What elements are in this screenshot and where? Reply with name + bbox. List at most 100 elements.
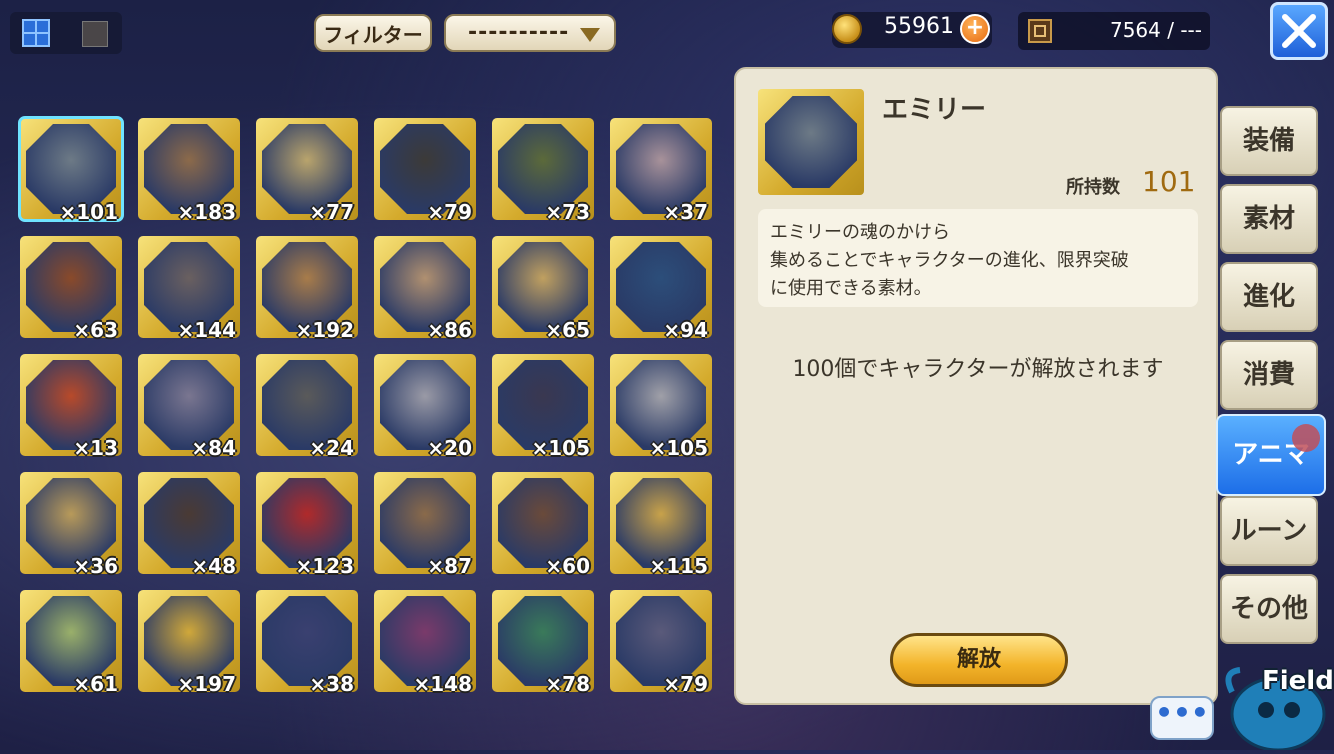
tab-other[interactable]: その他: [1220, 574, 1318, 644]
item-count: ×183: [177, 200, 236, 224]
anima-item[interactable]: ×86: [374, 236, 476, 342]
notification-dot: [1292, 424, 1320, 452]
item-count: ×115: [649, 554, 708, 578]
item-count: ×36: [73, 554, 118, 578]
anima-item[interactable]: ×101: [18, 116, 124, 224]
anima-item[interactable]: ×36: [20, 472, 122, 578]
item-count: ×105: [531, 436, 590, 460]
item-count: ×77: [309, 200, 354, 224]
owned-label: 所持数: [1066, 177, 1120, 198]
item-count: ×60: [545, 554, 590, 578]
coin-icon: [832, 14, 862, 44]
anima-item[interactable]: ×105: [610, 354, 712, 460]
anima-item[interactable]: ×24: [256, 354, 358, 460]
item-count: ×24: [309, 436, 354, 460]
anima-item[interactable]: ×37: [610, 118, 712, 224]
item-count: ×197: [177, 672, 236, 696]
field-label: Field: [1262, 666, 1334, 696]
item-count: ×123: [295, 554, 354, 578]
item-count: ×48: [191, 554, 236, 578]
item-count: ×13: [73, 436, 118, 460]
filter-dropdown[interactable]: ----------: [444, 14, 616, 52]
anima-item[interactable]: ×63: [20, 236, 122, 342]
tab-anima[interactable]: アニマ: [1216, 414, 1326, 496]
item-count: ×61: [73, 672, 118, 696]
gold-display: 55961 +: [832, 12, 992, 48]
anima-item[interactable]: ×123: [256, 472, 358, 578]
view-toggle: [10, 12, 122, 54]
anima-item[interactable]: ×105: [492, 354, 594, 460]
anima-item[interactable]: ×77: [256, 118, 358, 224]
single-view-icon[interactable]: [82, 21, 108, 47]
detail-portrait: [758, 89, 864, 195]
item-count: ×94: [663, 318, 708, 342]
item-count: ×86: [427, 318, 472, 342]
unlock-requirement: 100個でキャラクターが解放されます: [792, 357, 1164, 382]
owned-count: 101: [1142, 165, 1196, 198]
book-icon: [1028, 19, 1052, 43]
anima-item[interactable]: ×144: [138, 236, 240, 342]
filter-dropdown-value: ----------: [468, 20, 570, 45]
anima-item[interactable]: ×48: [138, 472, 240, 578]
item-count: ×20: [427, 436, 472, 460]
description-line: に使用できる素材。: [770, 278, 932, 299]
close-icon: [1282, 14, 1316, 48]
character-portrait: [765, 96, 857, 188]
item-count: ×65: [545, 318, 590, 342]
item-count: ×78: [545, 672, 590, 696]
anima-item[interactable]: ×60: [492, 472, 594, 578]
anima-item[interactable]: ×78: [492, 590, 594, 696]
tab-runes[interactable]: ルーン: [1220, 496, 1318, 566]
item-count: ×192: [295, 318, 354, 342]
description-line: 集めることでキャラクターの進化、限界突破: [770, 250, 1129, 271]
item-count: ×101: [59, 200, 118, 224]
gold-value: 55961: [884, 14, 954, 39]
tab-evolution[interactable]: 進化: [1220, 262, 1318, 332]
item-grid: ×101 ×183 ×77 ×79 ×73 ×37 ×63 ×144 ×192 ×86 ×65 ×94…: [18, 116, 720, 700]
tab-materials[interactable]: 素材: [1220, 184, 1318, 254]
item-count: ×144: [177, 318, 236, 342]
capacity-value: 7564 / ---: [1109, 18, 1202, 42]
tab-consumables[interactable]: 消費: [1220, 340, 1318, 410]
item-count: ×105: [649, 436, 708, 460]
inventory-capacity: 7564 / ---: [1018, 12, 1210, 50]
anima-item[interactable]: ×197: [138, 590, 240, 696]
item-count: ×73: [545, 200, 590, 224]
item-count: ×84: [191, 436, 236, 460]
anima-item[interactable]: ×87: [374, 472, 476, 578]
item-name: エミリー: [882, 95, 987, 125]
chevron-down-icon: [580, 28, 600, 42]
chat-button[interactable]: •••: [1150, 696, 1214, 740]
anima-item[interactable]: ×84: [138, 354, 240, 460]
anima-item[interactable]: ×192: [256, 236, 358, 342]
anima-item[interactable]: ×73: [492, 118, 594, 224]
close-button[interactable]: [1270, 2, 1328, 60]
anima-item[interactable]: ×65: [492, 236, 594, 342]
anima-item[interactable]: ×38: [256, 590, 358, 696]
item-count: ×79: [427, 200, 472, 224]
anima-item[interactable]: ×79: [610, 590, 712, 696]
item-count: ×87: [427, 554, 472, 578]
anima-item[interactable]: ×79: [374, 118, 476, 224]
anima-item[interactable]: ×115: [610, 472, 712, 578]
item-count: ×148: [413, 672, 472, 696]
field-button[interactable]: Field: [1222, 652, 1334, 752]
anima-item[interactable]: ×148: [374, 590, 476, 696]
item-description: エミリーの魂のかけら 集めることでキャラクターの進化、限界突破 に使用できる素材…: [758, 209, 1198, 307]
item-count: ×63: [73, 318, 118, 342]
unlock-button[interactable]: 解放: [890, 633, 1068, 687]
anima-item[interactable]: ×13: [20, 354, 122, 460]
tab-equipment[interactable]: 装備: [1220, 106, 1318, 176]
item-count: ×38: [309, 672, 354, 696]
add-gold-button[interactable]: +: [960, 14, 990, 44]
description-line: エミリーの魂のかけら: [770, 222, 950, 243]
item-detail-panel: エミリー 所持数 101 エミリーの魂のかけら 集めることでキャラクターの進化、…: [734, 67, 1218, 705]
anima-item[interactable]: ×94: [610, 236, 712, 342]
anima-item[interactable]: ×20: [374, 354, 476, 460]
item-count: ×79: [663, 672, 708, 696]
filter-button[interactable]: フィルター: [314, 14, 432, 52]
anima-item[interactable]: ×61: [20, 590, 122, 696]
anima-item[interactable]: ×183: [138, 118, 240, 224]
grid-view-icon[interactable]: [22, 19, 50, 47]
item-count: ×37: [663, 200, 708, 224]
